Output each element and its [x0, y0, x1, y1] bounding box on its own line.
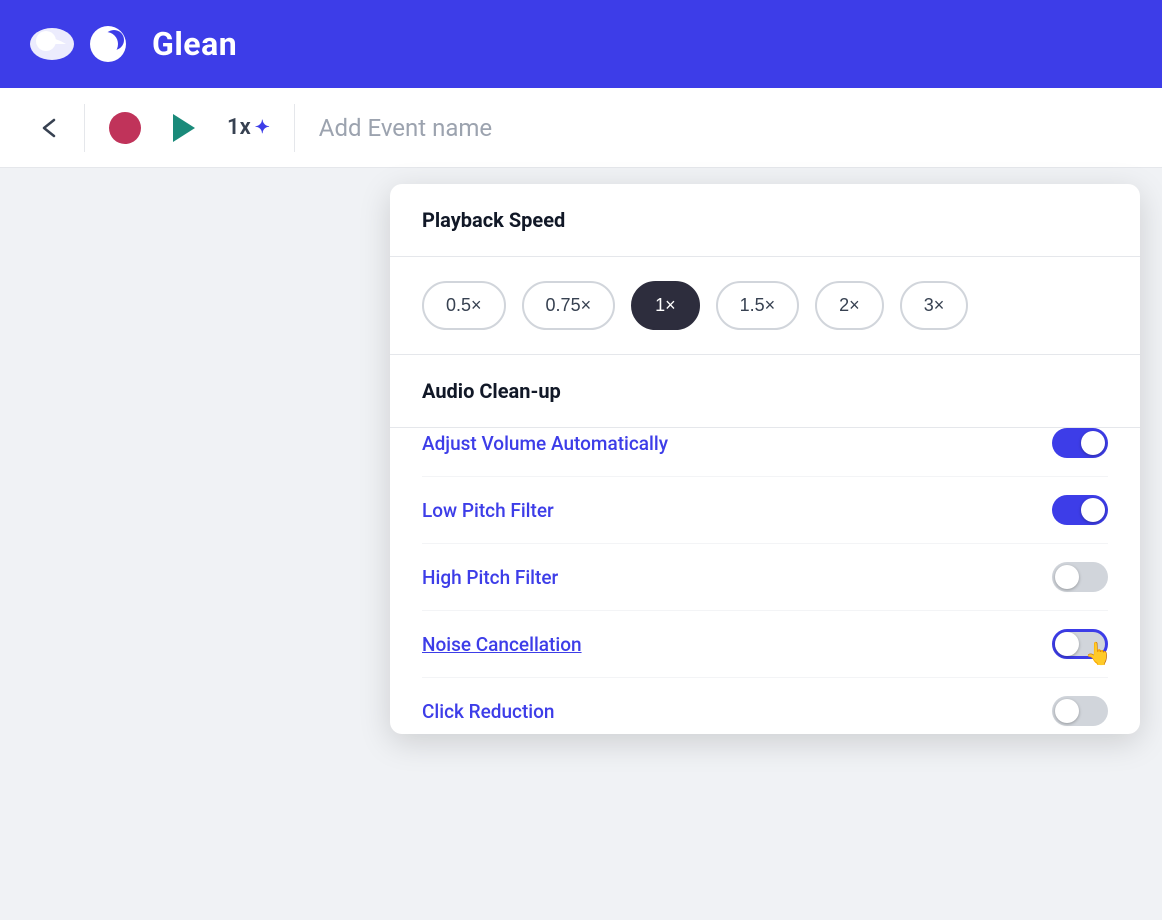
- back-button[interactable]: [24, 106, 76, 150]
- playback-speed-section: Playback Speed: [390, 184, 1140, 257]
- toggle-row-low-pitch: Low Pitch Filter ✓: [422, 477, 1108, 544]
- speed-btn-0.5x[interactable]: 0.5×: [422, 281, 506, 330]
- record-button[interactable]: [93, 104, 157, 152]
- record-dot: [109, 112, 141, 144]
- high-pitch-toggle[interactable]: [1052, 562, 1108, 592]
- playback-speed-title: Playback Speed: [422, 208, 1108, 232]
- logo: Glean: [28, 24, 237, 64]
- noise-cancellation-knob: [1055, 632, 1079, 656]
- low-pitch-toggle[interactable]: ✓: [1052, 495, 1108, 525]
- speed-buttons-section: 0.5× 0.75× 1× 1.5× 2× 3×: [390, 257, 1140, 355]
- logo-svg: [88, 24, 140, 64]
- event-name-field[interactable]: Add Event name: [303, 106, 1138, 150]
- audio-toggles-section: Adjust Volume Automatically ✓ Low Pitch …: [390, 428, 1140, 734]
- click-reduction-toggle[interactable]: [1052, 696, 1108, 726]
- click-reduction-label: Click Reduction: [422, 700, 555, 723]
- high-pitch-track: [1052, 562, 1108, 592]
- toolbar: 1x✦ Add Event name: [0, 88, 1162, 168]
- main-content: Playback Speed 0.5× 0.75× 1× 1.5× 2× 3× …: [0, 168, 1162, 920]
- speed-button[interactable]: 1x✦: [211, 107, 286, 148]
- low-pitch-track: ✓: [1052, 495, 1108, 525]
- speed-btn-1.5x[interactable]: 1.5×: [716, 281, 800, 330]
- high-pitch-knob: [1055, 565, 1079, 589]
- speed-value: 1x✦: [227, 115, 270, 140]
- noise-cancellation-track: [1052, 629, 1108, 659]
- low-pitch-label: Low Pitch Filter: [422, 499, 554, 522]
- noise-cancellation-label: Noise Cancellation: [422, 633, 582, 656]
- speed-btn-1x[interactable]: 1×: [631, 281, 700, 330]
- toggle-row-high-pitch: High Pitch Filter: [422, 544, 1108, 611]
- speed-text: 1x: [227, 115, 251, 140]
- speed-buttons-row: 0.5× 0.75× 1× 1.5× 2× 3×: [422, 281, 1108, 330]
- toolbar-divider-1: [84, 104, 85, 152]
- noise-cancellation-wrapper: 👆: [1052, 629, 1108, 659]
- high-pitch-label: High Pitch Filter: [422, 566, 558, 589]
- logo-text: Glean: [152, 25, 237, 63]
- play-button[interactable]: [157, 106, 211, 150]
- speed-btn-2x[interactable]: 2×: [815, 281, 884, 330]
- click-reduction-track: [1052, 696, 1108, 726]
- toggle-row-click-reduction: Click Reduction: [422, 678, 1108, 726]
- adjust-volume-label: Adjust Volume Automatically: [422, 432, 668, 455]
- adjust-volume-check: ✓: [1090, 435, 1102, 451]
- audio-cleanup-title: Audio Clean-up: [422, 379, 1108, 403]
- glean-logo-icon: [28, 26, 76, 62]
- speed-btn-3x[interactable]: 3×: [900, 281, 969, 330]
- play-icon: [173, 114, 195, 142]
- speed-star-icon: ✦: [255, 117, 270, 138]
- adjust-volume-toggle[interactable]: ✓: [1052, 428, 1108, 458]
- toggle-row-adjust-volume: Adjust Volume Automatically ✓: [422, 428, 1108, 477]
- speed-btn-0.75x[interactable]: 0.75×: [522, 281, 616, 330]
- toolbar-divider-2: [294, 104, 295, 152]
- adjust-volume-track: ✓: [1052, 428, 1108, 458]
- header: Glean: [0, 0, 1162, 88]
- audio-cleanup-title-section: Audio Clean-up: [390, 355, 1140, 428]
- click-reduction-knob: [1055, 699, 1079, 723]
- dropdown-panel: Playback Speed 0.5× 0.75× 1× 1.5× 2× 3× …: [390, 184, 1140, 734]
- toggle-row-noise-cancellation: Noise Cancellation 👆: [422, 611, 1108, 678]
- noise-cancellation-toggle[interactable]: [1052, 629, 1108, 659]
- low-pitch-check: ✓: [1090, 502, 1102, 518]
